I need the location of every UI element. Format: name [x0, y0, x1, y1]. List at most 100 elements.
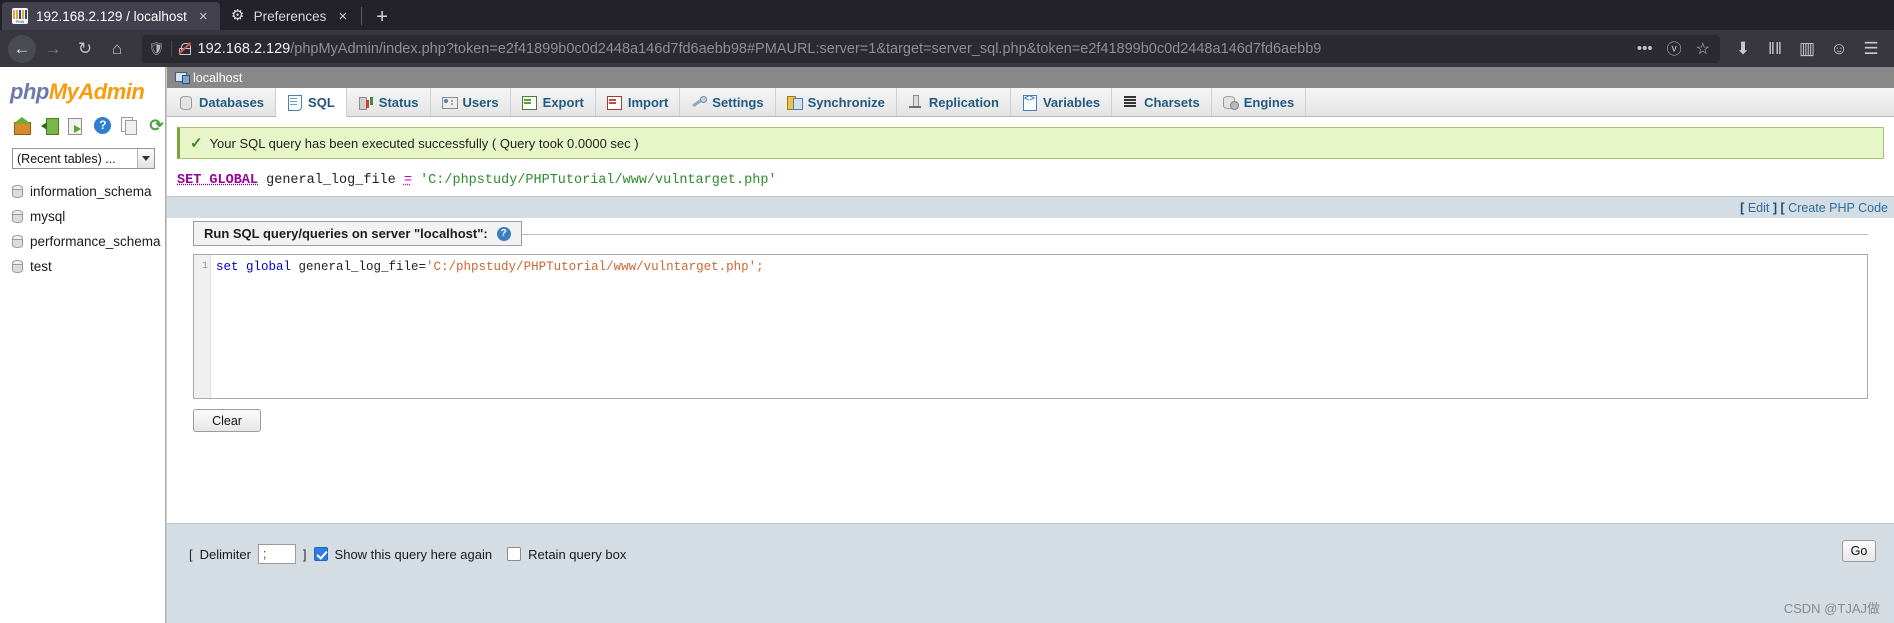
- back-button-icon[interactable]: ←: [8, 34, 36, 63]
- delimiter-input[interactable]: ;: [257, 544, 296, 564]
- bracket-close: ]: [1772, 200, 1778, 215]
- library-icon[interactable]: ‖‖: [1760, 35, 1790, 63]
- go-button[interactable]: Go: [1842, 540, 1876, 562]
- sidebar-item-test[interactable]: test: [8, 254, 165, 279]
- database-list: information_schema mysql performance_sch…: [0, 179, 165, 279]
- database-name: test: [30, 259, 52, 274]
- pocket-icon[interactable]: ⓥ: [1663, 38, 1686, 59]
- recent-tables-select[interactable]: (Recent tables) ...: [12, 148, 155, 169]
- query-panel-legend: Run SQL query/queries on server "localho…: [193, 221, 522, 246]
- home-icon[interactable]: [13, 117, 31, 135]
- close-tab-icon[interactable]: ×: [334, 9, 351, 24]
- show-query-checkbox[interactable]: [313, 547, 328, 561]
- synchronize-icon: [786, 95, 803, 110]
- tab-divider: [361, 7, 363, 25]
- tab-engines[interactable]: Engines: [1212, 88, 1307, 116]
- delimiter-label: Delimiter: [199, 546, 251, 562]
- tab-label: Settings: [712, 94, 764, 110]
- create-php-code-link[interactable]: Create PHP Code: [1788, 201, 1888, 215]
- databases-icon: [178, 95, 193, 110]
- export-doc-icon[interactable]: [67, 117, 85, 135]
- query-footer-controls: [ Delimiter ; ] Show this query here aga…: [167, 524, 1894, 564]
- tab-synchronize[interactable]: Synchronize: [776, 88, 897, 116]
- help-icon[interactable]: [94, 117, 112, 134]
- tab-users[interactable]: Users: [431, 88, 511, 116]
- copy-doc-icon[interactable]: [121, 117, 138, 135]
- new-tab-button[interactable]: +: [364, 4, 400, 30]
- tab-databases[interactable]: Databases: [167, 88, 277, 116]
- tab-label: Databases: [199, 94, 265, 110]
- sidebar-item-information_schema[interactable]: information_schema: [8, 179, 165, 204]
- sql-operator: =: [403, 173, 412, 188]
- broken-lock-icon[interactable]: [178, 42, 192, 56]
- tab-variables[interactable]: Variables: [1011, 88, 1113, 116]
- success-message-box: ✓ Your SQL query has been executed succe…: [177, 127, 1884, 159]
- page-actions-icon[interactable]: •••: [1633, 40, 1657, 57]
- url-host: 192.168.2.129: [197, 40, 291, 57]
- logo-admin: Admin: [78, 79, 145, 104]
- replication-icon: [908, 95, 923, 109]
- tab-charsets[interactable]: Charsets: [1112, 88, 1212, 116]
- edit-link[interactable]: Edit: [1748, 201, 1770, 215]
- charsets-icon: [1123, 95, 1138, 109]
- tab-export[interactable]: Export: [511, 88, 596, 116]
- executed-sql-display: SET GLOBAL general_log_file = 'C:/phpstu…: [177, 173, 1884, 188]
- retain-query-label: Retain query box: [528, 546, 627, 562]
- sidebar-item-performance_schema[interactable]: performance_schema: [8, 229, 165, 254]
- browser-tabstrip: 192.168.2.129 / localhost × ⚙ Preference…: [0, 0, 1894, 30]
- sql-keyword: SET GLOBAL: [177, 173, 259, 188]
- check-icon: ✓: [190, 135, 203, 152]
- forward-button-icon[interactable]: →: [38, 35, 68, 63]
- logout-door-icon[interactable]: [40, 117, 59, 135]
- shield-icon[interactable]: 🛡: [148, 41, 165, 57]
- sidebar-icon-row: [0, 113, 165, 142]
- reload-button-icon[interactable]: ↻: [70, 35, 100, 63]
- sidebar-toggle-icon[interactable]: ▥: [1792, 35, 1822, 63]
- database-name: performance_schema: [30, 234, 161, 249]
- success-message-text: Your SQL query has been executed success…: [209, 135, 639, 151]
- browser-tab-title: 192.168.2.129 / localhost: [36, 8, 187, 24]
- code-identifier: general_log_file=: [291, 260, 427, 274]
- account-icon[interactable]: ☺: [1824, 35, 1854, 63]
- tab-label: Export: [542, 94, 584, 110]
- reload-icon[interactable]: [148, 117, 165, 134]
- database-icon: [12, 185, 23, 198]
- url-separator: [170, 40, 172, 57]
- browser-tab-title: Preferences: [253, 8, 327, 24]
- tab-sql[interactable]: SQL: [276, 88, 347, 117]
- engines-icon: [1222, 95, 1239, 110]
- retain-query-checkbox[interactable]: [507, 547, 522, 561]
- chevron-down-icon[interactable]: [137, 149, 154, 168]
- help-icon[interactable]: ?: [496, 226, 511, 241]
- server-breadcrumb: localhost: [167, 67, 1894, 88]
- tab-settings[interactable]: Settings: [680, 88, 776, 116]
- tab-status[interactable]: Status: [347, 88, 431, 116]
- sidebar-item-mysql[interactable]: mysql: [8, 204, 165, 229]
- tab-label: SQL: [308, 94, 335, 110]
- home-button-icon[interactable]: ⌂: [102, 35, 132, 63]
- tab-replication[interactable]: Replication: [897, 88, 1011, 116]
- database-icon: [12, 235, 23, 248]
- browser-tab-phpmyadmin[interactable]: 192.168.2.129 / localhost ×: [2, 2, 220, 30]
- browser-tab-preferences[interactable]: ⚙ Preferences ×: [220, 2, 360, 30]
- url-bar[interactable]: 🛡 192.168.2.129/phpMyAdmin/index.php?tok…: [142, 34, 1720, 63]
- phpmyadmin-page: phpMyAdmin (Recent tables) ... i: [0, 67, 1894, 623]
- bookmark-star-icon[interactable]: ☆: [1692, 39, 1714, 59]
- import-icon: [606, 95, 622, 110]
- close-tab-icon[interactable]: ×: [195, 9, 212, 24]
- tab-label: Engines: [1243, 94, 1295, 110]
- tab-import[interactable]: Import: [596, 88, 681, 116]
- hamburger-menu-icon[interactable]: ☰: [1856, 35, 1886, 63]
- line-number: 1: [201, 260, 208, 272]
- phpmyadmin-logo[interactable]: phpMyAdmin: [0, 67, 165, 113]
- clear-button[interactable]: Clear: [193, 409, 261, 432]
- variables-icon: [1022, 94, 1037, 111]
- sql-query-panel: Run SQL query/queries on server "localho…: [193, 221, 1868, 432]
- sql-editor[interactable]: 1 set global general_log_file='C:/phpstu…: [193, 254, 1868, 399]
- tab-label: Import: [627, 94, 669, 110]
- query-footer-bar: [ Delimiter ; ] Show this query here aga…: [167, 523, 1894, 623]
- database-name: mysql: [30, 209, 66, 224]
- downloads-icon[interactable]: ⬇: [1728, 35, 1758, 63]
- query-panel-legend-text: Run SQL query/queries on server "localho…: [204, 226, 488, 241]
- tab-label: Charsets: [1144, 94, 1200, 110]
